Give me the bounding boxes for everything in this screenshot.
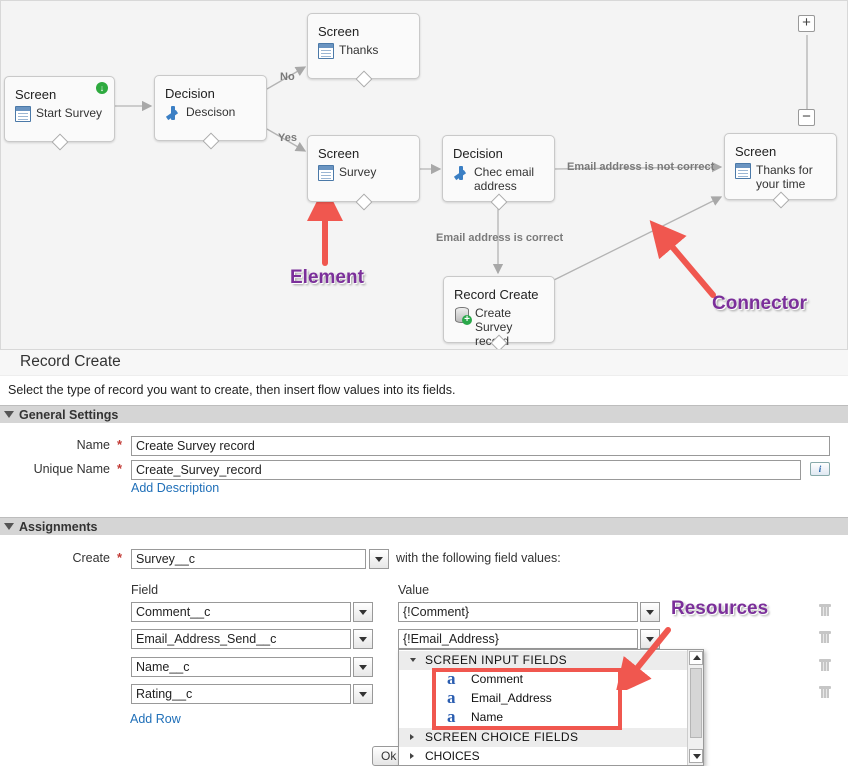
unique-name-label: Unique Name [33,462,110,476]
connector-label-correct: Email address is correct [436,232,564,244]
object-dropdown-button[interactable] [369,549,389,569]
decision-icon [453,165,469,181]
field-dropdown-button[interactable] [353,602,373,622]
connector-label-not-correct: Email address is not correct [567,161,715,173]
screen-icon [318,165,334,181]
value-dropdown-button[interactable] [640,602,660,622]
panel-instructions: Select the type of record you want to cr… [8,383,456,397]
expand-caret-icon [410,658,416,662]
node-survey[interactable]: Screen Survey [307,135,420,211]
field-select[interactable]: Email_Address_Send__c [131,629,351,649]
node-label: Thanks for your time [756,163,813,191]
section-assignments[interactable]: Assignments [0,517,848,535]
required-marker: * [117,437,123,452]
required-marker: * [117,550,123,565]
group-screen-choice-fields[interactable]: SCREEN CHOICE FIELDS [399,728,687,747]
zoom-slider[interactable] [806,35,808,109]
node-start-survey[interactable]: ↓ Screen Start Survey [4,76,115,151]
node-check-email[interactable]: Decision Chec email address [442,135,555,211]
node-thanks-time[interactable]: Screen Thanks for your time [724,133,837,209]
node-label: Chec email address [474,165,535,193]
object-select[interactable]: Survey__c [131,549,366,569]
node-label: Survey [339,165,377,179]
scroll-down-icon[interactable] [689,749,703,763]
node-type: Screen [735,144,777,159]
collapsed-caret-icon [410,753,414,759]
name-field[interactable]: Create Survey record [131,436,830,456]
screen-icon [318,43,334,59]
resources-highlight-box [432,668,622,730]
section-title: Assignments [19,519,98,534]
panel-title: Record Create [0,350,848,376]
node-type: Decision [165,86,215,101]
delete-row-icon[interactable] [819,686,831,698]
add-description-link[interactable]: Add Description [131,481,219,495]
node-type: Screen [15,87,57,102]
node-type: Decision [453,146,503,161]
zoom-in-button[interactable]: + [798,15,815,32]
name-label: Name [76,438,110,452]
node-type: Screen [318,146,360,161]
delete-row-icon[interactable] [819,604,831,616]
collapsed-caret-icon [410,734,414,740]
resources-arrow [615,627,671,690]
callout-element: Element [290,267,364,288]
field-values-text: with the following field values: [396,551,561,565]
field-dropdown-button[interactable] [353,629,373,649]
required-marker: * [117,461,123,476]
node-label: Descison [186,105,236,119]
collapse-triangle-icon [4,411,14,418]
node-label: Create Surveyrecord [475,306,513,348]
add-row-link[interactable]: Add Row [130,712,181,726]
dropdown-scrollbar[interactable] [687,650,703,765]
field-select[interactable]: Rating__c [131,684,351,704]
group-choices[interactable]: CHOICES [399,747,687,765]
field-select[interactable]: Comment__c [131,602,351,622]
scroll-thumb[interactable] [690,668,702,738]
collapse-triangle-icon [4,523,14,530]
node-thanks[interactable]: Screen Thanks [307,13,420,88]
info-icon[interactable]: i [810,462,830,476]
field-dropdown-button[interactable] [353,657,373,677]
record-create-panel: Record Create Select the type of record … [0,350,848,766]
decision-icon [165,105,181,121]
field-column-header: Field [131,583,159,597]
start-arrow-icon: ↓ [96,82,108,94]
section-title: General Settings [19,407,119,422]
record-create-icon [454,306,472,325]
screen-icon [735,163,751,179]
delete-row-icon[interactable] [819,631,831,643]
node-type: Record Create [454,287,539,302]
callout-resources: Resources [671,598,769,619]
connector-label-yes: Yes [278,132,297,144]
flow-canvas[interactable]: ↓ Screen Start Survey Decision Descison … [0,0,848,350]
section-general-settings[interactable]: General Settings [0,405,848,423]
delete-row-icon[interactable] [819,659,831,671]
node-record-create[interactable]: Record Create Create Surveyrecord [443,276,555,349]
create-label: Create [72,551,110,565]
field-dropdown-button[interactable] [353,684,373,704]
zoom-control[interactable]: + − [798,15,816,127]
node-type: Screen [318,24,360,39]
node-label: Thanks [339,43,379,57]
value-column-header: Value [398,583,430,597]
value-input[interactable]: {!Comment} [398,602,638,622]
unique-name-field[interactable]: Create_Survey_record [131,460,801,480]
screen-icon [15,106,31,122]
connector-label-no: No [280,71,295,83]
scroll-up-icon[interactable] [689,651,703,665]
field-select[interactable]: Name__c [131,657,351,677]
zoom-out-button[interactable]: − [798,109,815,126]
node-decision[interactable]: Decision Descison [154,75,267,150]
node-label: Start Survey [36,106,103,120]
callout-connector: Connector [712,293,807,314]
